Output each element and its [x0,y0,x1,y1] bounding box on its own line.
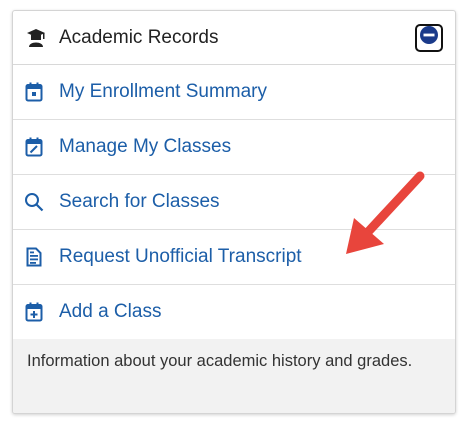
card-header: Academic Records [13,11,455,65]
calendar-edit-icon [23,136,45,158]
menu-item-label: Manage My Classes [59,136,232,157]
calendar-plus-icon [23,301,45,323]
document-icon [23,246,45,268]
calendar-day-icon [23,81,45,103]
red-arrow-annotation [346,171,425,254]
menu-item-label: Search for Classes [59,191,220,212]
search-icon [23,191,45,213]
collapse-button[interactable] [415,23,443,52]
menu-item-add-class[interactable]: Add a Class [13,285,455,340]
graduate-icon [25,27,47,49]
card-title: Academic Records [59,26,219,48]
minus-circle-icon [419,25,439,50]
menu-item-label: My Enrollment Summary [59,81,267,102]
menu-item-label: Request Unofficial Transcript [59,246,302,267]
card-description: Information about your academic history … [13,339,455,413]
menu-item-label: Add a Class [59,301,162,322]
menu-item-enrollment-summary[interactable]: My Enrollment Summary [13,65,455,120]
